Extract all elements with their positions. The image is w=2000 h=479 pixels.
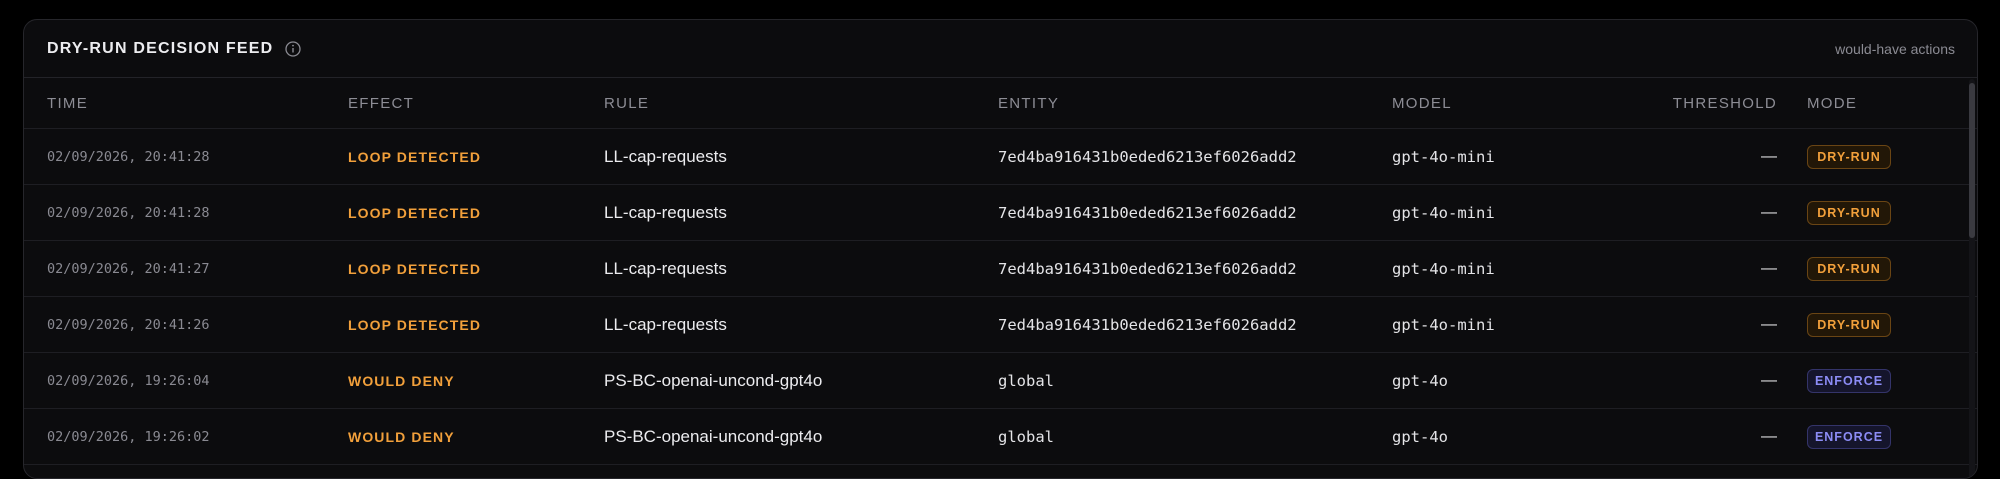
column-header-rule[interactable]: RULE [604, 78, 649, 128]
entity-value: global [998, 427, 1054, 446]
decision-table: TIME EFFECT RULE ENTITY MODEL THRESHOLD … [24, 78, 1977, 465]
rule-value: PS-BC-openai-uncond-gpt4o [604, 370, 823, 390]
table-row[interactable]: 02/09/2026, 19:26:02 WOULD DENY PS-BC-op… [24, 409, 1977, 465]
time-value: 02/09/2026, 20:41:28 [47, 204, 210, 221]
threshold-value: — [1761, 203, 1777, 221]
mode-badge: DRY-RUN [1807, 200, 1891, 225]
threshold-value: — [1761, 427, 1777, 445]
column-header-mode[interactable]: MODE [1807, 78, 1857, 128]
entity-value: 7ed4ba916431b0eded6213ef6026add2 [998, 147, 1297, 166]
model-value: gpt-4o-mini [1392, 259, 1495, 278]
mode-badge: DRY-RUN [1807, 312, 1891, 337]
table-row[interactable]: 02/09/2026, 20:41:28 LOOP DETECTED LL-ca… [24, 185, 1977, 241]
rule-value: LL-cap-requests [604, 146, 727, 166]
table-row[interactable]: 02/09/2026, 20:41:27 LOOP DETECTED LL-ca… [24, 241, 1977, 297]
rule-value: LL-cap-requests [604, 202, 727, 222]
rule-value: PS-BC-openai-uncond-gpt4o [604, 426, 823, 446]
info-icon[interactable] [285, 40, 302, 57]
panel-title: DRY-RUN DECISION FEED [47, 39, 274, 57]
table-header-row: TIME EFFECT RULE ENTITY MODEL THRESHOLD … [24, 78, 1977, 129]
effect-value: LOOP DETECTED [348, 204, 482, 221]
rule-value: LL-cap-requests [604, 314, 727, 334]
effect-value: LOOP DETECTED [348, 316, 482, 333]
mode-badge: DRY-RUN [1807, 144, 1891, 169]
time-value: 02/09/2026, 19:26:02 [47, 428, 210, 445]
threshold-value: — [1761, 315, 1777, 333]
column-header-time[interactable]: TIME [47, 78, 88, 128]
time-value: 02/09/2026, 20:41:28 [47, 148, 210, 165]
time-value: 02/09/2026, 20:41:26 [47, 316, 210, 333]
mode-badge: DRY-RUN [1807, 256, 1891, 281]
threshold-value: — [1761, 259, 1777, 277]
panel-header: DRY-RUN DECISION FEED would-have actions [24, 20, 1977, 78]
effect-value: LOOP DETECTED [348, 148, 482, 165]
threshold-value: — [1761, 147, 1777, 165]
scrollbar-thumb[interactable] [1969, 83, 1975, 238]
effect-value: WOULD DENY [348, 428, 455, 445]
model-value: gpt-4o [1392, 427, 1448, 446]
rule-value: LL-cap-requests [604, 258, 727, 278]
column-header-model[interactable]: MODEL [1392, 78, 1452, 128]
column-header-entity[interactable]: ENTITY [998, 78, 1059, 128]
entity-value: global [998, 371, 1054, 390]
effect-value: LOOP DETECTED [348, 260, 482, 277]
entity-value: 7ed4ba916431b0eded6213ef6026add2 [998, 315, 1297, 334]
entity-value: 7ed4ba916431b0eded6213ef6026add2 [998, 203, 1297, 222]
model-value: gpt-4o-mini [1392, 315, 1495, 334]
time-value: 02/09/2026, 19:26:04 [47, 372, 210, 389]
model-value: gpt-4o [1392, 371, 1448, 390]
table-row[interactable]: 02/09/2026, 19:26:04 WOULD DENY PS-BC-op… [24, 353, 1977, 409]
mode-badge: ENFORCE [1807, 424, 1891, 449]
table-row[interactable]: 02/09/2026, 20:41:26 LOOP DETECTED LL-ca… [24, 297, 1977, 353]
table-row[interactable]: 02/09/2026, 20:41:28 LOOP DETECTED LL-ca… [24, 129, 1977, 185]
model-value: gpt-4o-mini [1392, 147, 1495, 166]
effect-value: WOULD DENY [348, 372, 455, 389]
entity-value: 7ed4ba916431b0eded6213ef6026add2 [998, 259, 1297, 278]
threshold-value: — [1761, 371, 1777, 389]
mode-badge: ENFORCE [1807, 368, 1891, 393]
decision-feed-panel: DRY-RUN DECISION FEED would-have actions… [23, 19, 1978, 479]
column-header-threshold[interactable]: THRESHOLD [1584, 78, 1777, 128]
panel-subtitle: would-have actions [1835, 40, 1955, 57]
column-header-effect[interactable]: EFFECT [348, 78, 414, 128]
time-value: 02/09/2026, 20:41:27 [47, 260, 210, 277]
model-value: gpt-4o-mini [1392, 203, 1495, 222]
table-scrollbar[interactable] [1969, 79, 1975, 478]
